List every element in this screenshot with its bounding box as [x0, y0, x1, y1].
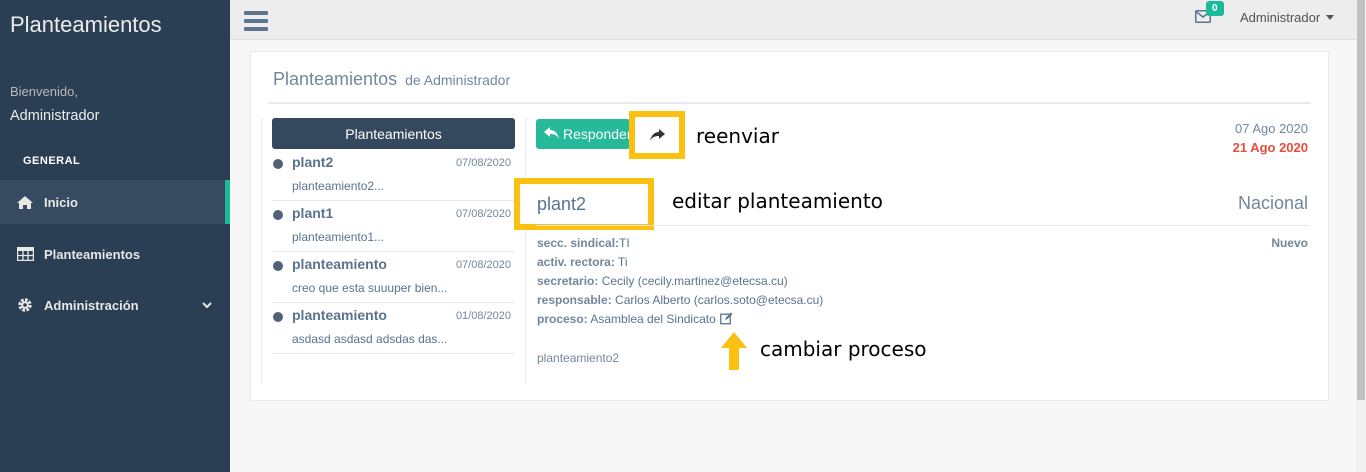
- table-icon: [14, 247, 36, 261]
- sidebar-item-label: Administración: [44, 297, 139, 313]
- unread-dot-icon: [273, 159, 283, 169]
- page-title: Planteamientos de Administrador: [273, 69, 510, 90]
- field-label: secc. sindical:: [537, 236, 620, 250]
- sidebar-item-inicio[interactable]: Inicio: [0, 180, 230, 224]
- status-badge: Nuevo: [1271, 236, 1308, 250]
- section-title-general: GENERAL: [23, 155, 81, 167]
- sidebar-item-label: Inicio: [44, 194, 78, 210]
- list-item[interactable]: plant1 07/08/2020 planteamiento1...: [272, 201, 515, 252]
- forward-icon: [641, 121, 673, 149]
- brand-title[interactable]: Planteamientos: [10, 12, 162, 38]
- list-item[interactable]: planteamiento 07/08/2020 creo que esta s…: [272, 252, 515, 303]
- field-value: TI: [619, 236, 630, 250]
- field-value: Cecily (cecily.martinez@etecsa.cu): [598, 274, 788, 288]
- list-item-date: 07/08/2020: [455, 259, 511, 271]
- gear-icon: [14, 297, 36, 313]
- caret-down-icon: [1326, 15, 1335, 20]
- list-item-date: 07/08/2020: [455, 208, 511, 220]
- reply-button-label: Responder: [563, 126, 630, 142]
- scope-label: Nacional: [1237, 193, 1308, 213]
- list-item-preview: planteamiento2...: [292, 179, 385, 193]
- page-scrollbar[interactable]: [1356, 0, 1366, 472]
- reply-icon: [544, 126, 559, 142]
- annotation-edit: editar planteamiento: [672, 189, 883, 213]
- unread-dot-icon: [273, 210, 283, 220]
- title-divider: [268, 102, 1311, 104]
- user-menu[interactable]: Administrador: [1240, 10, 1335, 25]
- list-item-title: plant2: [292, 154, 334, 170]
- field-actividad: activ. rectora: Ti: [537, 255, 627, 269]
- list-header: Planteamientos: [272, 118, 515, 149]
- list-item[interactable]: planteamiento 01/08/2020 asdasd asdasd a…: [272, 303, 515, 354]
- page-title-text: Planteamientos: [273, 69, 398, 89]
- mail-count-badge: 0: [1206, 1, 1224, 16]
- welcome-text: Bienvenido,: [10, 84, 78, 99]
- welcome-user: Administrador: [10, 108, 100, 124]
- list-item[interactable]: plant2 07/08/2020 planteamiento2...: [272, 150, 515, 201]
- user-menu-label: Administrador: [1240, 10, 1321, 25]
- field-proceso: proceso: Asamblea del Sindicato: [537, 312, 733, 328]
- field-label: secretario:: [537, 274, 599, 288]
- edit-process-icon[interactable]: [719, 312, 733, 328]
- message-title: plant2: [537, 194, 587, 214]
- annotation-process: cambiar proceso: [760, 337, 927, 361]
- list-border: [525, 118, 526, 384]
- list-item-preview: creo que esta suuuper bien...: [292, 281, 448, 295]
- list-item-preview: asdasd asdasd adsdas das...: [292, 332, 448, 346]
- list-item-title: plant1: [292, 205, 334, 221]
- detail-divider: [536, 225, 1310, 226]
- field-value: Carlos Alberto (carlos.soto@etecsa.cu): [611, 293, 824, 307]
- reply-button[interactable]: Responder: [536, 119, 630, 149]
- message-body: planteamiento2: [537, 351, 620, 365]
- page-subtitle: de Administrador: [405, 72, 511, 88]
- message-date: 07 Ago 2020: [1234, 121, 1308, 136]
- sidebar-item-label: Planteamientos: [44, 246, 141, 262]
- forward-button[interactable]: [629, 111, 685, 159]
- scrollbar-thumb[interactable]: [1357, 0, 1365, 400]
- list-item-preview: planteamiento1...: [292, 230, 385, 244]
- field-label: activ. rectora:: [537, 255, 615, 269]
- menu-toggle-icon[interactable]: [244, 11, 268, 31]
- top-navbar: 0 Administrador: [230, 0, 1366, 40]
- list-item-date: 01/08/2020: [455, 310, 511, 322]
- message-deadline: 21 Ago 2020: [1232, 140, 1308, 155]
- list-item-title: planteamiento: [292, 307, 387, 323]
- field-responsable: responsable: Carlos Alberto (carlos.soto…: [537, 293, 823, 307]
- sidebar-item-planteamientos[interactable]: Planteamientos: [0, 232, 230, 276]
- chevron-down-icon: [202, 297, 212, 312]
- field-label: responsable:: [537, 293, 612, 307]
- sidebar-item-administracion[interactable]: Administración: [0, 283, 230, 327]
- list-item-date: 07/08/2020: [455, 157, 511, 169]
- arrow-up-icon: [721, 332, 747, 370]
- field-seccion: secc. sindical:TI: [537, 236, 630, 250]
- field-value: Ti: [614, 255, 628, 269]
- field-value: Asamblea del Sindicato: [587, 312, 716, 326]
- home-icon: [14, 195, 36, 210]
- field-label: proceso:: [537, 312, 588, 326]
- sidebar: Planteamientos Bienvenido, Administrador…: [0, 0, 230, 472]
- list-border: [261, 118, 262, 384]
- unread-dot-icon: [273, 312, 283, 322]
- edit-title-field[interactable]: plant2: [514, 178, 654, 230]
- field-secretario: secretario: Cecily (cecily.martinez@etec…: [537, 274, 788, 288]
- annotation-forward: reenviar: [696, 124, 779, 148]
- list-item-title: planteamiento: [292, 256, 387, 272]
- unread-dot-icon: [273, 261, 283, 271]
